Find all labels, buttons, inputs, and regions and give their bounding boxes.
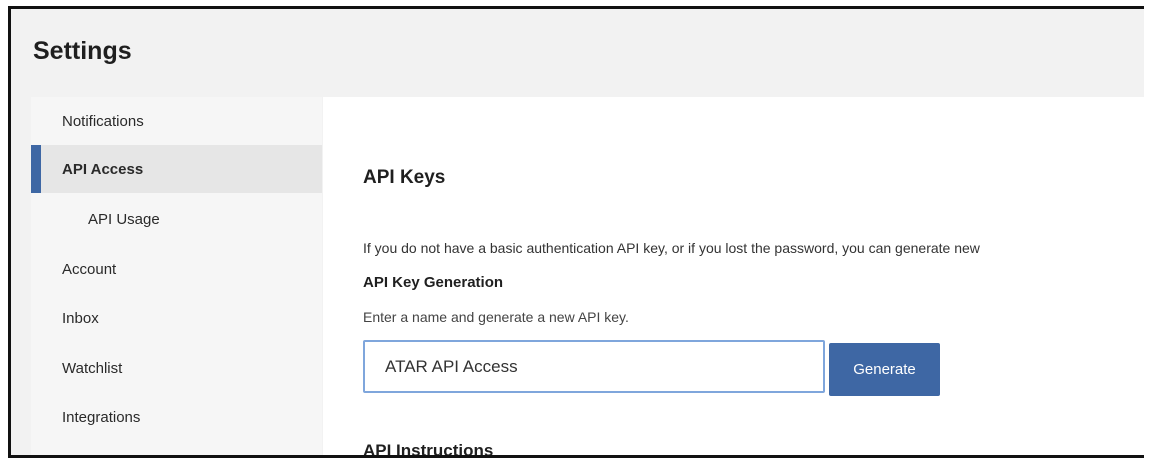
section-title: API Keys [363,167,446,188]
sidebar-item-account[interactable]: Account [31,245,322,293]
sidebar-item-api-access[interactable]: API Access [31,145,322,193]
generate-button[interactable]: Generate [829,343,940,396]
sidebar: Notifications API Access API Usage Accou… [31,97,322,455]
header-bar: Settings [11,9,1144,97]
api-key-generation-heading: API Key Generation [363,274,504,291]
api-instructions-heading: API Instructions [363,441,494,458]
api-keys-description: If you do not have a basic authenticatio… [363,240,980,256]
sidebar-item-notifications[interactable]: Notifications [31,97,322,145]
sidebar-item-integrations[interactable]: Integrations [31,393,322,441]
sidebar-item-api-usage[interactable]: API Usage [31,195,322,243]
sidebar-item-inbox[interactable]: Inbox [31,294,322,342]
page-title: Settings [33,37,132,65]
sidebar-item-watchlist[interactable]: Watchlist [31,344,322,392]
api-key-generation-hint: Enter a name and generate a new API key. [363,309,629,325]
settings-window: Settings Notifications API Access API Us… [8,6,1144,458]
api-key-name-input[interactable] [363,340,825,393]
main-content: API Keys If you do not have a basic auth… [323,97,1144,455]
